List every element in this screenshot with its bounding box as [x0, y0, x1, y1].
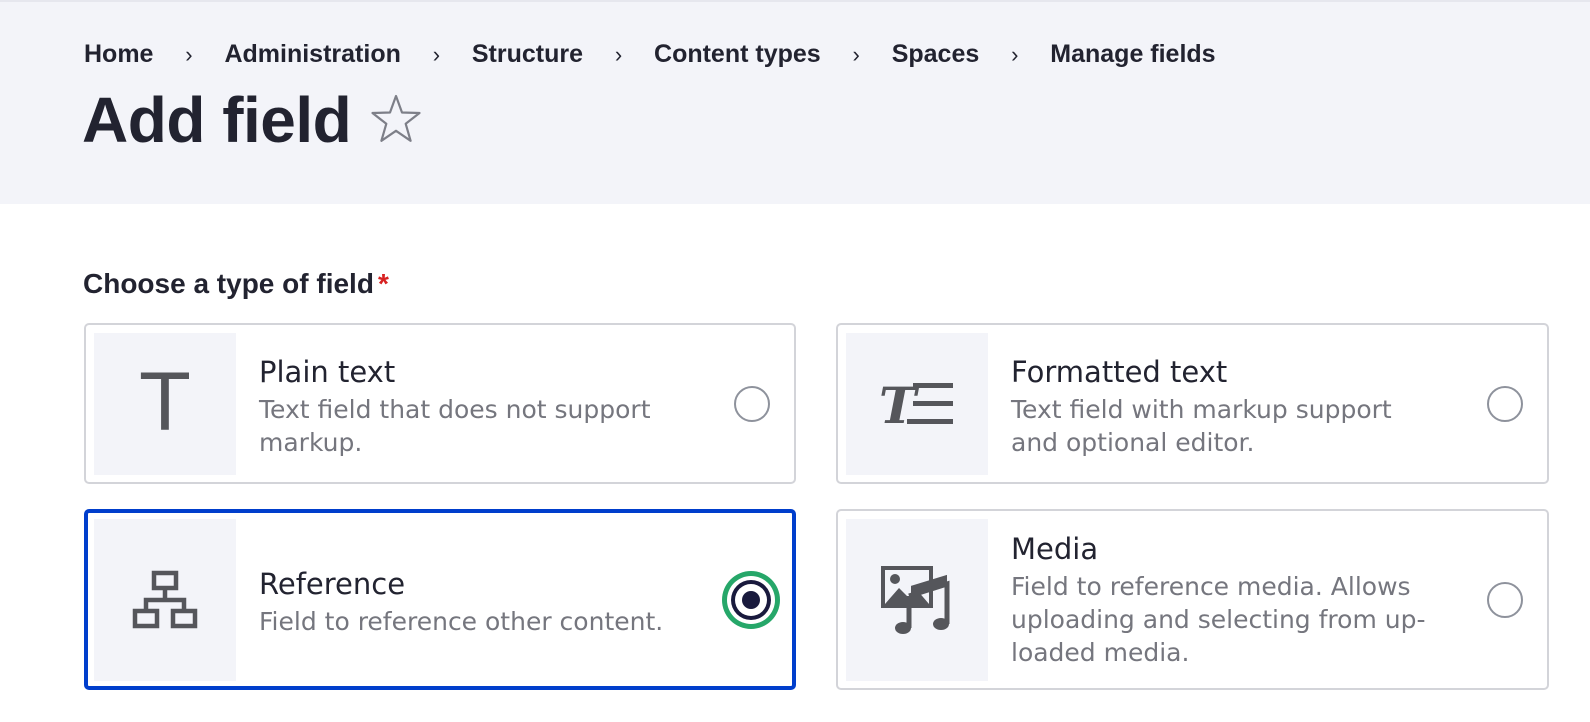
plain-text-icon: T	[94, 333, 236, 475]
formatted-text-icon: T	[846, 333, 988, 475]
breadcrumb-administration[interactable]: Administration	[224, 40, 400, 69]
field-option-title: Media	[1011, 532, 1099, 566]
sitemap-icon	[94, 519, 236, 681]
field-type-label: Choose a type of field *	[83, 268, 389, 300]
field-option-media[interactable]: Media Field to reference media. Allows u…	[836, 509, 1549, 690]
breadcrumb-home[interactable]: Home	[84, 40, 153, 69]
breadcrumb-separator: ›	[185, 41, 193, 67]
field-option-plain-text[interactable]: T Plain text Text field that does not su…	[84, 323, 796, 484]
field-option-text: Reference Field to reference other conte…	[259, 566, 689, 638]
required-marker: *	[377, 268, 389, 299]
page-title: Add field	[82, 84, 352, 156]
field-option-text: Formatted text Text field with markup su…	[1011, 354, 1441, 459]
breadcrumb-separator: ›	[432, 41, 441, 67]
field-option-text: Plain text Text field that does not supp…	[259, 354, 689, 459]
breadcrumb-structure[interactable]: Structure	[472, 40, 583, 69]
breadcrumb-spaces[interactable]: Spaces	[892, 40, 980, 69]
reference-radio-checked[interactable]	[722, 571, 780, 629]
plain-text-icon-glyph: T	[141, 359, 189, 449]
field-option-description: Field to reference media. Allows uploadi…	[1011, 572, 1426, 667]
sitemap-icon-svg	[132, 570, 198, 629]
page-header: Home › Administration › Structure › Cont…	[0, 0, 1590, 204]
field-option-description: Field to reference other content.	[259, 607, 664, 636]
star-outline-icon[interactable]	[370, 92, 422, 146]
media-radio[interactable]	[1487, 582, 1523, 618]
breadcrumb-separator: ›	[1011, 41, 1019, 67]
media-icon	[846, 519, 988, 681]
field-option-text: Media Field to reference media. Allows u…	[1011, 531, 1451, 669]
breadcrumb-content-types[interactable]: Content types	[654, 40, 821, 69]
field-option-description: Text field with markup support and optio…	[1011, 395, 1392, 457]
breadcrumb: Home › Administration › Structure › Cont…	[84, 40, 1216, 69]
plain-text-radio[interactable]	[734, 386, 770, 422]
breadcrumb-separator: ›	[852, 41, 860, 67]
media-icon-svg	[881, 566, 950, 634]
field-option-title: Formatted text	[1011, 355, 1228, 389]
field-type-label-text: Choose a type of field	[83, 268, 374, 299]
field-option-description: Text field that does not support markup.	[259, 395, 651, 457]
field-option-formatted-text[interactable]: T Formatted text Text field with markup …	[836, 323, 1549, 484]
field-option-title: Reference	[259, 567, 406, 601]
formatted-text-radio[interactable]	[1487, 386, 1523, 422]
breadcrumb-separator: ›	[614, 41, 623, 67]
field-option-reference[interactable]: Reference Field to reference other conte…	[84, 509, 796, 690]
radio-dot	[742, 591, 760, 609]
formatted-text-icon-svg: T	[879, 379, 953, 429]
breadcrumb-manage-fields[interactable]: Manage fields	[1050, 40, 1215, 69]
field-option-title: Plain text	[259, 355, 396, 389]
